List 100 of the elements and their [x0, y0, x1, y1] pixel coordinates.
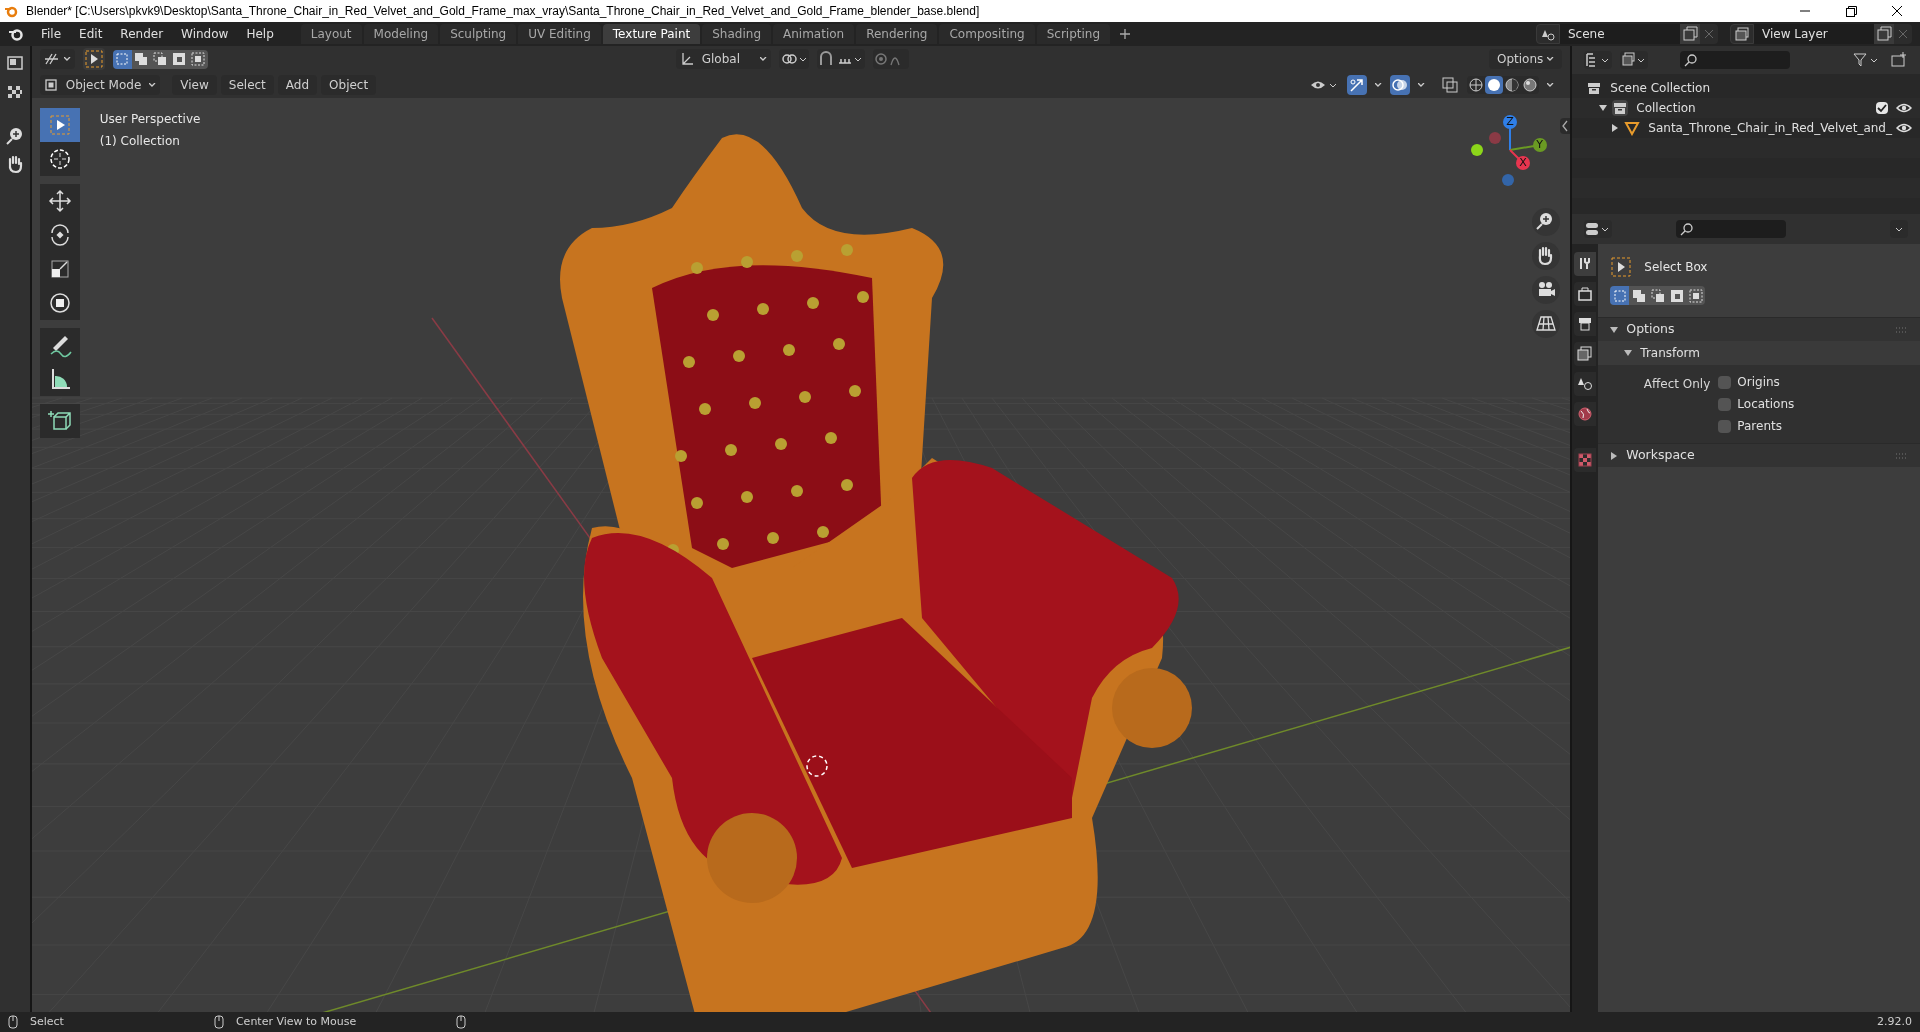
menu-item[interactable]: Add: [277, 75, 318, 95]
menu-item[interactable]: File: [32, 25, 71, 43]
tool-tab[interactable]: [1574, 252, 1597, 276]
material-shading-icon[interactable]: [1503, 76, 1522, 94]
output-tab[interactable]: [1574, 312, 1597, 336]
add-icon[interactable]: [1120, 29, 1131, 39]
selection-mode-button[interactable]: [112, 49, 132, 69]
camera-icon[interactable]: [1532, 276, 1561, 304]
search-field[interactable]: [1680, 51, 1791, 69]
workspace-tab[interactable]: Scripting: [1036, 24, 1111, 44]
checkbox[interactable]: [1876, 102, 1888, 114]
editor-type-icon[interactable]: [1584, 220, 1613, 238]
editor-type-icon[interactable]: [5, 54, 24, 72]
collapse-icon[interactable]: [1560, 118, 1571, 134]
add-tool-button[interactable]: [39, 404, 80, 438]
mode-dropdown[interactable]: Object Mode: [39, 75, 161, 95]
world-tab[interactable]: [1574, 402, 1597, 426]
selection-mode-button[interactable]: [1629, 286, 1649, 305]
outliner-item-label: Collection: [1636, 100, 1696, 117]
checkbox[interactable]: [1718, 375, 1732, 389]
panel-header[interactable]: Options: [1598, 317, 1920, 341]
tool-settings-button[interactable]: [39, 49, 75, 69]
eye-icon[interactable]: [1896, 122, 1912, 134]
workspace-tab[interactable]: Sculpting: [440, 24, 517, 44]
cursor-tool-button[interactable]: [39, 142, 80, 176]
menu-item[interactable]: Help: [237, 25, 283, 43]
scene-button[interactable]: [1536, 24, 1560, 44]
proportional-edit-icon[interactable]: [873, 49, 909, 69]
annotate-tool-button[interactable]: [39, 328, 80, 362]
duplicate-icon[interactable]: [1874, 24, 1894, 44]
menu-item[interactable]: Edit: [70, 25, 112, 43]
viewport-info-text: (1) Collection: [99, 133, 181, 150]
select-tool-button[interactable]: [39, 108, 80, 142]
view-layer-field[interactable]: View Layer: [1754, 24, 1874, 44]
gizmo-toggle-icon[interactable]: [1347, 75, 1368, 95]
overlay-toggle-icon[interactable]: [1390, 75, 1411, 95]
pivot-icon[interactable]: [779, 49, 809, 69]
selection-mode-button[interactable]: [1667, 286, 1687, 305]
checkbox[interactable]: [1718, 397, 1732, 411]
menu-item[interactable]: View: [172, 75, 217, 95]
selection-mode-button[interactable]: [1686, 286, 1706, 305]
drag-handle-icon: [1896, 326, 1908, 333]
selection-mode-button[interactable]: [169, 49, 189, 69]
cursor-icon: [804, 754, 829, 778]
workspace-tab[interactable]: Shading: [702, 24, 771, 44]
selection-mode-button[interactable]: [150, 49, 170, 69]
scene-field[interactable]: Scene: [1560, 24, 1680, 44]
axes-icon: [679, 52, 694, 66]
workspace-tab[interactable]: Texture Paint: [602, 24, 701, 44]
selection-mode-button[interactable]: [131, 49, 151, 69]
wireframe-shading-icon[interactable]: [1467, 76, 1486, 94]
zoom-icon[interactable]: [4, 126, 25, 146]
grid-icon[interactable]: [1532, 310, 1561, 338]
restore-icon[interactable]: [1844, 5, 1858, 17]
menu-item[interactable]: Render: [111, 25, 173, 43]
checkbox-label[interactable]: Origins: [1737, 373, 1780, 391]
close-icon[interactable]: [1890, 5, 1904, 17]
new-collection-icon[interactable]: [1890, 51, 1908, 69]
xray-icon[interactable]: [1441, 76, 1460, 94]
menu-item[interactable]: Select: [220, 75, 274, 95]
rendered-shading-icon[interactable]: [1521, 76, 1540, 94]
selection-mode-icon: [133, 51, 150, 67]
options-dropdown[interactable]: Options: [1489, 49, 1563, 69]
zoom-icon[interactable]: [1532, 208, 1561, 236]
scene-tab[interactable]: [1574, 372, 1597, 396]
menu-item[interactable]: Object: [321, 75, 377, 95]
solid-shading-icon[interactable]: [1485, 76, 1504, 94]
checkbox-label[interactable]: Locations: [1737, 395, 1795, 413]
field-label: Affect Only: [1642, 376, 1712, 393]
selection-mode-button[interactable]: [188, 49, 208, 69]
disclosure-icon[interactable]: [1598, 103, 1609, 113]
workspace-tab[interactable]: Layout: [300, 24, 362, 44]
snap-icon[interactable]: [817, 49, 865, 69]
selection-mode-button[interactable]: [1648, 286, 1668, 305]
render-tab[interactable]: [1574, 282, 1597, 306]
checkbox[interactable]: [1718, 419, 1732, 433]
hand-icon[interactable]: [1532, 242, 1561, 270]
duplicate-icon[interactable]: [1680, 24, 1700, 44]
hash-icon: [43, 52, 60, 66]
orientation-dropdown[interactable]: Global: [675, 49, 771, 69]
display-mode-icon[interactable]: [1584, 51, 1613, 69]
search-field[interactable]: [1676, 220, 1787, 238]
blender-logo-icon[interactable]: [8, 26, 24, 42]
transform-tool-button[interactable]: [39, 286, 80, 320]
workspace-tab[interactable]: Rendering: [856, 24, 938, 44]
workspace-tab[interactable]: Animation: [773, 24, 855, 44]
view-layer-tab[interactable]: [1574, 342, 1597, 366]
caret-icon: [760, 57, 767, 61]
select-box-icon[interactable]: [82, 48, 105, 70]
move-tool-button[interactable]: [39, 184, 80, 218]
workspace-tab[interactable]: Modeling: [363, 24, 439, 44]
workspace-tab[interactable]: UV Editing: [518, 24, 601, 44]
texture-tab[interactable]: [1574, 448, 1597, 472]
menu-item[interactable]: Window: [172, 25, 238, 43]
view-layer-button[interactable]: [1730, 24, 1754, 44]
checkbox-label[interactable]: Parents: [1737, 417, 1782, 435]
measure-tool-button[interactable]: [39, 362, 80, 396]
workspace-tab[interactable]: Compositing: [939, 24, 1035, 44]
panel-header[interactable]: Workspace: [1598, 443, 1920, 467]
eye-icon[interactable]: [1896, 102, 1912, 114]
